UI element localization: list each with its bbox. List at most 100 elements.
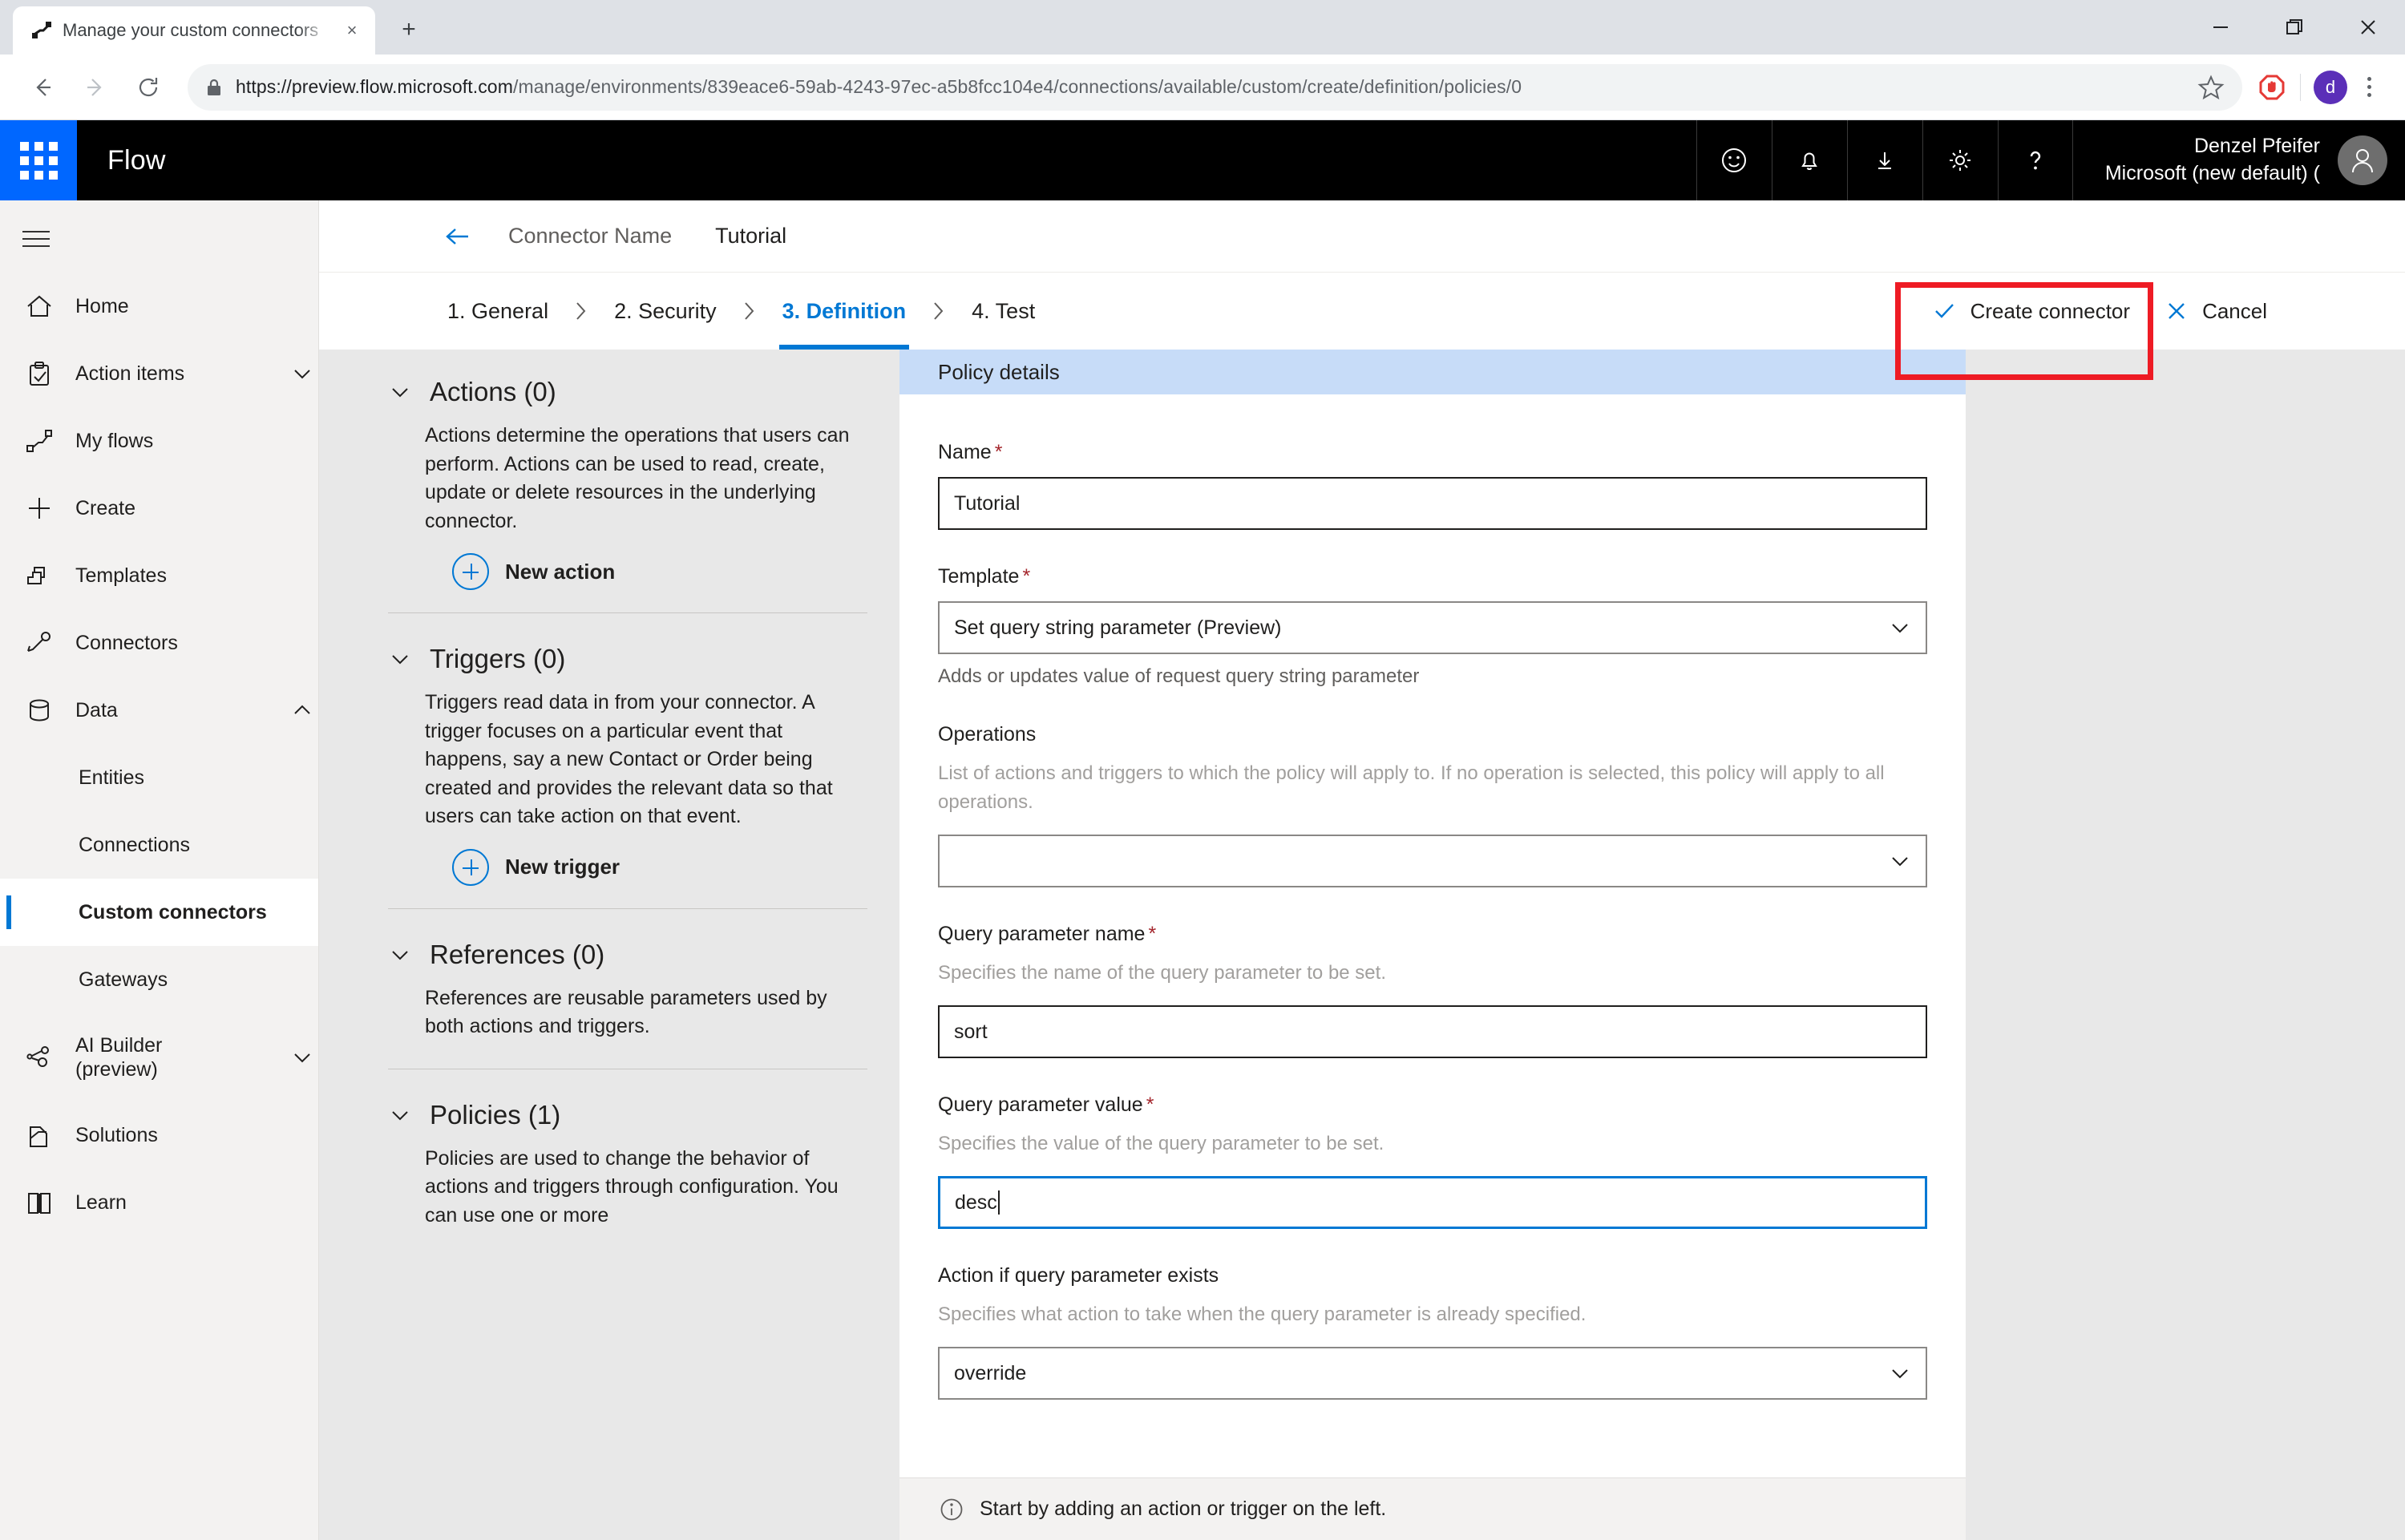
chevron-down-icon bbox=[1889, 616, 1911, 639]
create-connector-button[interactable]: Create connector bbox=[1914, 280, 2148, 342]
gear-icon[interactable] bbox=[1922, 120, 1998, 200]
solutions-icon bbox=[22, 1119, 56, 1151]
sidebar-item-custom-connectors[interactable]: Custom connectors bbox=[0, 879, 318, 946]
waffle-menu-button[interactable] bbox=[0, 120, 77, 200]
query-parameter-name-input[interactable]: sort bbox=[938, 1005, 1927, 1058]
app-brand-title[interactable]: Flow bbox=[77, 120, 166, 200]
step-separator-icon bbox=[909, 300, 968, 322]
chevron-down-icon bbox=[388, 380, 412, 404]
app-header: Flow Denzel Pfeifer Microsoft (new defau… bbox=[0, 120, 2405, 200]
smiley-icon[interactable] bbox=[1696, 120, 1772, 200]
query-parameter-value-input[interactable]: desc bbox=[938, 1176, 1927, 1229]
sidebar-item-label: Action items bbox=[75, 362, 185, 385]
chevron-up-icon[interactable] bbox=[286, 698, 318, 722]
field-help-text: Specifies the name of the query paramete… bbox=[938, 962, 1386, 984]
chevron-down-icon[interactable] bbox=[286, 1045, 318, 1069]
field-query-parameter-name: Query parameter name * Specifies the name … bbox=[938, 923, 1927, 1058]
sidebar-item-label: Connections bbox=[79, 833, 190, 856]
maximize-icon[interactable] bbox=[2257, 0, 2331, 55]
step-separator-icon bbox=[552, 300, 611, 322]
cancel-button[interactable]: Cancel bbox=[2148, 280, 2285, 342]
wizard-steps: 1. General 2. Security 3. Definition 4. Tes… bbox=[319, 273, 2405, 380]
required-marker: * bbox=[1022, 565, 1031, 588]
bookmark-star-icon[interactable] bbox=[2197, 74, 2225, 101]
toolbar-divider bbox=[2300, 73, 2301, 101]
wizard-step-1[interactable]: 1. General bbox=[444, 273, 552, 350]
sidebar-item-action-items[interactable]: Action items bbox=[0, 340, 318, 407]
sidebar-item-gateways[interactable]: Gateways bbox=[0, 946, 318, 1013]
omnibox-actions bbox=[2197, 74, 2225, 101]
plus-circle-icon bbox=[452, 553, 489, 590]
forward-button-icon[interactable] bbox=[71, 63, 120, 112]
required-marker: * bbox=[994, 441, 1003, 463]
sidebar-item-learn[interactable]: Learn bbox=[0, 1169, 318, 1236]
sidebar-item-solutions[interactable]: Solutions bbox=[0, 1101, 318, 1169]
wizard-step-3[interactable]: 3. Definition bbox=[778, 273, 910, 350]
adblock-extension-icon[interactable] bbox=[2257, 72, 2287, 103]
new-tab-button[interactable]: + bbox=[386, 7, 431, 52]
template-select[interactable]: Set query string parameter (Preview) bbox=[938, 601, 1927, 654]
sidebar-item-ai-builder-preview[interactable]: AI Builder (preview) bbox=[0, 1013, 318, 1101]
minimize-icon[interactable] bbox=[2184, 0, 2257, 55]
waffle-grid-icon bbox=[19, 141, 58, 180]
section-header[interactable]: Actions (0) bbox=[388, 377, 867, 407]
reload-button-icon[interactable] bbox=[123, 63, 173, 112]
section-header[interactable]: Triggers (0) bbox=[388, 644, 867, 674]
back-button-icon[interactable] bbox=[18, 63, 67, 112]
browser-profile-avatar[interactable]: d bbox=[2314, 70, 2347, 104]
breadcrumb: Connector Name Tutorial bbox=[319, 200, 2405, 273]
tab-close-icon[interactable]: × bbox=[340, 18, 364, 42]
new-button-label: New action bbox=[505, 559, 616, 584]
browser-tab[interactable]: Manage your custom connectors × bbox=[13, 6, 375, 55]
help-icon[interactable] bbox=[1997, 120, 2073, 200]
policy-details-banner: Policy details bbox=[899, 350, 1966, 394]
input-value: sort bbox=[954, 1020, 988, 1043]
sidebar-item-create[interactable]: Create bbox=[0, 475, 318, 542]
breadcrumb-connector-label: Connector Name bbox=[508, 224, 673, 248]
lock-icon bbox=[205, 77, 223, 98]
action-if-query-parameter-exists-select[interactable]: override bbox=[938, 1347, 1927, 1400]
sidebar-item-connections[interactable]: Connections bbox=[0, 811, 318, 879]
new-trigger-button[interactable]: New trigger bbox=[388, 848, 867, 886]
bell-icon[interactable] bbox=[1771, 120, 1847, 200]
chevron-down-icon bbox=[388, 1103, 412, 1127]
sidebar-item-templates[interactable]: Templates bbox=[0, 542, 318, 609]
wizard-step-2[interactable]: 2. Security bbox=[611, 273, 720, 350]
templates-icon bbox=[22, 560, 56, 592]
sidebar-item-data[interactable]: Data bbox=[0, 677, 318, 744]
wizard-step-4[interactable]: 4. Test bbox=[968, 273, 1038, 350]
sidebar-item-home[interactable]: Home bbox=[0, 273, 318, 340]
avatar[interactable] bbox=[2338, 135, 2387, 185]
section-header[interactable]: References (0) bbox=[388, 940, 867, 970]
section-header[interactable]: Policies (1) bbox=[388, 1100, 867, 1130]
download-icon[interactable] bbox=[1846, 120, 1922, 200]
user-account-block[interactable]: Denzel Pfeifer Microsoft (new default) ( bbox=[2073, 120, 2405, 200]
sidebar-item-label: Home bbox=[75, 294, 129, 317]
field-label: Operations bbox=[938, 723, 1037, 746]
main-content: Connector Name Tutorial 1. General 2. Sec… bbox=[319, 200, 2405, 1540]
back-arrow-icon[interactable] bbox=[444, 224, 476, 249]
sidebar-item-entities[interactable]: Entities bbox=[0, 744, 318, 811]
name-input[interactable]: Tutorial bbox=[938, 477, 1927, 530]
field-label: Query parameter name * bbox=[938, 923, 1157, 945]
plus-icon bbox=[22, 492, 56, 524]
breadcrumb-connector-value: Tutorial bbox=[715, 224, 787, 248]
text-caret bbox=[997, 1190, 1000, 1215]
chevron-down-icon[interactable] bbox=[286, 362, 318, 386]
sidebar-item-label: Templates bbox=[75, 564, 167, 587]
new-action-button[interactable]: New action bbox=[388, 553, 867, 590]
sidebar-item-connectors[interactable]: Connectors bbox=[0, 609, 318, 677]
sidebar-item-my-flows[interactable]: My flows bbox=[0, 407, 318, 475]
new-button-label: New trigger bbox=[505, 855, 620, 879]
chevron-down-icon bbox=[1889, 1362, 1911, 1384]
operations-select[interactable] bbox=[938, 835, 1927, 887]
sidebar-collapse-button[interactable] bbox=[0, 205, 318, 273]
address-bar-url: https://preview.flow.microsoft.com/manag… bbox=[236, 76, 1522, 98]
address-bar[interactable]: https://preview.flow.microsoft.com/manag… bbox=[188, 63, 2242, 111]
browser-menu-icon[interactable] bbox=[2350, 69, 2387, 106]
section-divider bbox=[388, 612, 867, 613]
app-body: Home Action items My flows Create Templates C… bbox=[0, 200, 2405, 1540]
sidebar-item-label: AI Builder (preview) bbox=[75, 1033, 163, 1081]
close-icon[interactable] bbox=[2331, 0, 2405, 55]
